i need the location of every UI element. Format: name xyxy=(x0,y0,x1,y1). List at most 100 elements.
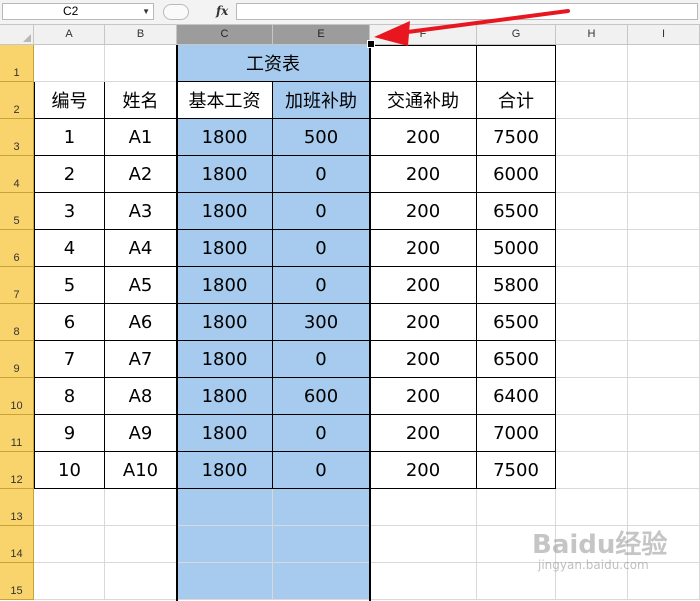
cell-F13[interactable] xyxy=(370,489,477,526)
cell-E15[interactable] xyxy=(273,563,370,600)
name-box[interactable]: C2 ▼ xyxy=(2,3,154,20)
cell-B14[interactable] xyxy=(105,526,177,563)
chevron-down-icon[interactable]: ▼ xyxy=(142,4,150,19)
cell-I7[interactable] xyxy=(628,267,700,304)
cell-I8[interactable] xyxy=(628,304,700,341)
select-all-button[interactable] xyxy=(0,25,34,45)
cell-F15[interactable] xyxy=(370,563,477,600)
cell-H13[interactable] xyxy=(556,489,628,526)
cell-A9[interactable]: 7 xyxy=(34,341,105,378)
cell-I4[interactable] xyxy=(628,156,700,193)
cell-F1[interactable] xyxy=(370,45,477,82)
cell-I1[interactable] xyxy=(628,45,700,82)
cell-B13[interactable] xyxy=(105,489,177,526)
cell-C9[interactable]: 1800 xyxy=(177,341,273,378)
sheet-title-cell[interactable]: 工资表 xyxy=(177,45,370,82)
cell-A5[interactable]: 3 xyxy=(34,193,105,230)
cell-G6[interactable]: 5000 xyxy=(477,230,556,267)
cell-C12[interactable]: 1800 xyxy=(177,452,273,489)
row-header-13[interactable]: 13 xyxy=(0,489,34,526)
cell-G5[interactable]: 6500 xyxy=(477,193,556,230)
cell-E3[interactable]: 500 xyxy=(273,119,370,156)
cell-A7[interactable]: 5 xyxy=(34,267,105,304)
column-header-B[interactable]: B xyxy=(105,25,177,45)
cell-E8[interactable]: 300 xyxy=(273,304,370,341)
cell-F11[interactable]: 200 xyxy=(370,415,477,452)
row-header-8[interactable]: 8 xyxy=(0,304,34,341)
cell-E12[interactable]: 0 xyxy=(273,452,370,489)
cell-F10[interactable]: 200 xyxy=(370,378,477,415)
cell-H2[interactable] xyxy=(556,82,628,119)
row-header-12[interactable]: 12 xyxy=(0,452,34,489)
insert-function-icon[interactable]: fx xyxy=(216,4,228,18)
row-header-11[interactable]: 11 xyxy=(0,415,34,452)
cell-F8[interactable]: 200 xyxy=(370,304,477,341)
cell-C6[interactable]: 1800 xyxy=(177,230,273,267)
cell-C11[interactable]: 1800 xyxy=(177,415,273,452)
cell-B10[interactable]: A8 xyxy=(105,378,177,415)
cell-B1[interactable] xyxy=(105,45,177,82)
cell-F12[interactable]: 200 xyxy=(370,452,477,489)
cell-G13[interactable] xyxy=(477,489,556,526)
column-header-H[interactable]: H xyxy=(556,25,628,45)
column-header-F[interactable]: F xyxy=(370,25,477,45)
cell-F5[interactable]: 200 xyxy=(370,193,477,230)
cell-B6[interactable]: A4 xyxy=(105,230,177,267)
cell-B11[interactable]: A9 xyxy=(105,415,177,452)
row-header-6[interactable]: 6 xyxy=(0,230,34,267)
cell-H11[interactable] xyxy=(556,415,628,452)
cell-E10[interactable]: 600 xyxy=(273,378,370,415)
cell-H6[interactable] xyxy=(556,230,628,267)
selection-fill-handle[interactable] xyxy=(367,40,375,48)
cell-E2[interactable]: 加班补助 xyxy=(273,82,370,119)
cell-B3[interactable]: A1 xyxy=(105,119,177,156)
row-header-5[interactable]: 5 xyxy=(0,193,34,230)
column-header-I[interactable]: I xyxy=(628,25,700,45)
cell-G10[interactable]: 6400 xyxy=(477,378,556,415)
cell-A4[interactable]: 2 xyxy=(34,156,105,193)
cell-I2[interactable] xyxy=(628,82,700,119)
cell-E4[interactable]: 0 xyxy=(273,156,370,193)
cell-G2[interactable]: 合计 xyxy=(477,82,556,119)
cell-A14[interactable] xyxy=(34,526,105,563)
cell-I3[interactable] xyxy=(628,119,700,156)
cell-A15[interactable] xyxy=(34,563,105,600)
cell-F4[interactable]: 200 xyxy=(370,156,477,193)
cell-B15[interactable] xyxy=(105,563,177,600)
cell-F3[interactable]: 200 xyxy=(370,119,477,156)
cell-C14[interactable] xyxy=(177,526,273,563)
cell-C7[interactable]: 1800 xyxy=(177,267,273,304)
cell-I10[interactable] xyxy=(628,378,700,415)
cell-H4[interactable] xyxy=(556,156,628,193)
column-header-E[interactable]: E xyxy=(273,25,370,45)
cell-E6[interactable]: 0 xyxy=(273,230,370,267)
row-header-1[interactable]: 1 xyxy=(0,45,34,82)
cell-G7[interactable]: 5800 xyxy=(477,267,556,304)
cell-G4[interactable]: 6000 xyxy=(477,156,556,193)
cell-A3[interactable]: 1 xyxy=(34,119,105,156)
cell-G3[interactable]: 7500 xyxy=(477,119,556,156)
cell-B7[interactable]: A5 xyxy=(105,267,177,304)
cell-C10[interactable]: 1800 xyxy=(177,378,273,415)
cell-F9[interactable]: 200 xyxy=(370,341,477,378)
cell-A11[interactable]: 9 xyxy=(34,415,105,452)
cell-H9[interactable] xyxy=(556,341,628,378)
cell-C5[interactable]: 1800 xyxy=(177,193,273,230)
cell-E5[interactable]: 0 xyxy=(273,193,370,230)
row-header-9[interactable]: 9 xyxy=(0,341,34,378)
cell-A6[interactable]: 4 xyxy=(34,230,105,267)
cell-E13[interactable] xyxy=(273,489,370,526)
cell-F2[interactable]: 交通补助 xyxy=(370,82,477,119)
cell-B12[interactable]: A10 xyxy=(105,452,177,489)
row-header-14[interactable]: 14 xyxy=(0,526,34,563)
cell-I11[interactable] xyxy=(628,415,700,452)
cell-F7[interactable]: 200 xyxy=(370,267,477,304)
column-header-A[interactable]: A xyxy=(34,25,105,45)
cell-I6[interactable] xyxy=(628,230,700,267)
cell-B9[interactable]: A7 xyxy=(105,341,177,378)
cell-H5[interactable] xyxy=(556,193,628,230)
cell-E11[interactable]: 0 xyxy=(273,415,370,452)
cell-A13[interactable] xyxy=(34,489,105,526)
cell-H10[interactable] xyxy=(556,378,628,415)
cell-I13[interactable] xyxy=(628,489,700,526)
